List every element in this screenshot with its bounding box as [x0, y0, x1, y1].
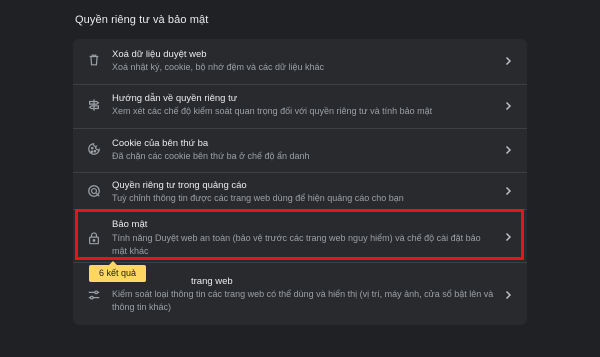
row-description: Kiểm soát loại thông tin các trang web c…	[112, 289, 494, 312]
guide-icon	[87, 98, 101, 112]
row-title: trang web	[191, 276, 233, 287]
privacy-security-card: Xoá dữ liệu duyệt web Xoá nhật ký, cooki…	[73, 39, 527, 325]
row-title: Hướng dẫn về quyền riêng tư	[112, 93, 238, 104]
row-description: Xem xét các chế độ kiểm soát quan trọng …	[112, 106, 433, 116]
row-description: Tính năng Duyệt web an toàn (bảo vệ trướ…	[112, 233, 481, 256]
chevron-right-icon	[503, 101, 513, 111]
row-description: Đã chặn các cookie bên thứ ba ở chế độ ẩ…	[112, 151, 310, 161]
search-results-tooltip: 6 kết quả	[89, 261, 147, 282]
settings-page: Quyền riêng tư và bảo mật Xoá dữ liệu du…	[0, 0, 600, 357]
row-title: Cookie của bên thứ ba	[112, 138, 209, 149]
ad-privacy-row[interactable]: Quyền riêng tư trong quảng cáo Tuỳ chỉnh…	[73, 173, 527, 209]
ad-privacy-icon	[87, 184, 101, 198]
lock-icon	[87, 231, 101, 245]
row-title: Xoá dữ liệu duyệt web	[112, 49, 207, 60]
row-description: Tuỳ chỉnh thông tin được các trang web d…	[112, 193, 404, 203]
chevron-right-icon	[503, 145, 513, 155]
cookie-icon	[87, 142, 101, 156]
chevron-right-icon	[503, 56, 513, 66]
tune-icon	[87, 288, 101, 302]
trash-icon	[87, 53, 101, 67]
row-title: Quyền riêng tư trong quảng cáo	[112, 180, 247, 191]
chevron-right-icon	[503, 290, 513, 300]
row-title: Bảo mật	[112, 219, 148, 230]
chevron-right-icon	[503, 232, 513, 242]
section-title: Quyền riêng tư và bảo mật	[75, 14, 209, 26]
chevron-right-icon	[503, 186, 513, 196]
privacy-guide-row[interactable]: Hướng dẫn về quyền riêng tư Xem xét các …	[73, 85, 527, 128]
security-row[interactable]: Bảo mật Tính năng Duyệt web an toàn (bảo…	[73, 210, 527, 262]
third-party-cookies-row[interactable]: Cookie của bên thứ ba Đã chặn các cookie…	[73, 129, 527, 172]
row-description: Xoá nhật ký, cookie, bộ nhớ đệm và các d…	[112, 62, 325, 72]
clear-browsing-data-row[interactable]: Xoá dữ liệu duyệt web Xoá nhật ký, cooki…	[73, 39, 527, 84]
